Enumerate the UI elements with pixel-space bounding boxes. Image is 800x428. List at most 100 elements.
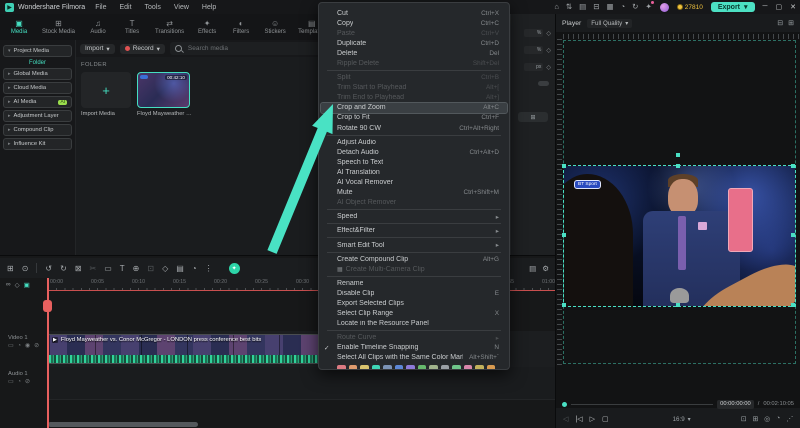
- record-button[interactable]: Record ▾: [119, 43, 165, 54]
- selection-handle[interactable]: [676, 303, 680, 307]
- eye-icon[interactable]: ◉: [25, 343, 30, 349]
- split-view-icon[interactable]: ⊟: [777, 19, 783, 27]
- menu-item-crop-and-zoom[interactable]: Crop and Zoom Alt+C: [320, 101, 508, 114]
- hide-track-icon[interactable]: ▭: [8, 379, 13, 385]
- device-icon[interactable]: ⊟: [593, 0, 599, 14]
- minimize-button[interactable]: ─: [763, 3, 768, 11]
- playhead-pin[interactable]: [43, 300, 52, 312]
- color-mark-swatch[interactable]: [475, 364, 484, 369]
- camera-icon[interactable]: ◎: [764, 415, 770, 423]
- selection-handle[interactable]: [562, 233, 566, 237]
- lock-icon[interactable]: ⊘: [25, 379, 30, 385]
- menu-item-speed[interactable]: Speed ▸: [319, 212, 509, 222]
- color-mark-swatch[interactable]: [463, 364, 472, 369]
- tab-titles[interactable]: T Titles: [121, 19, 143, 35]
- menu-edit[interactable]: Edit: [119, 4, 131, 11]
- color-mark-swatch[interactable]: [360, 364, 369, 369]
- delete-icon[interactable]: ⊠: [75, 264, 82, 273]
- marker-icon[interactable]: ▤: [176, 264, 184, 273]
- menu-item-duplicate[interactable]: Duplicate Ctrl+D: [319, 38, 509, 48]
- track-manager-icon[interactable]: ▤: [529, 264, 536, 273]
- tab-stock-media[interactable]: ⊞ Stock Media: [42, 19, 75, 35]
- sidebar-item-compound-clip[interactable]: ▸ Compound Clip: [3, 124, 72, 136]
- color-mark-swatch[interactable]: [337, 364, 346, 369]
- video-frame[interactable]: BT Sport: [563, 165, 796, 307]
- mute-track-icon[interactable]: ◔: [17, 379, 21, 385]
- toggle-switch[interactable]: [538, 81, 549, 86]
- detach-player-icon[interactable]: ⊞: [788, 19, 794, 27]
- menu-item-effect-filter[interactable]: Effect&Filter ▸: [319, 226, 509, 236]
- menu-item-crop-to-fit[interactable]: Crop to Fit Ctrl+F: [319, 113, 509, 123]
- menu-item-select-all-clips-with-the-same-color-mark[interactable]: Select All Clips with the Same Color Mar…: [319, 353, 509, 363]
- menu-item-create-compound-clip[interactable]: Create Compound Clip Alt+G: [319, 254, 509, 264]
- mark-icon[interactable]: ◁: [563, 415, 568, 423]
- save-icon[interactable]: ▦: [607, 0, 614, 14]
- audio-track-lane[interactable]: [48, 367, 555, 400]
- keyframe-diamond-icon[interactable]: ◇: [546, 30, 551, 37]
- speaker-icon[interactable]: ◔: [776, 415, 780, 423]
- play-icon[interactable]: ▷: [590, 415, 595, 423]
- ai-copilot-icon[interactable]: ✦: [228, 262, 240, 274]
- menu-item-detach-audio[interactable]: Detach Audio Ctrl+Alt+D: [319, 147, 509, 157]
- menu-file[interactable]: File: [95, 4, 106, 11]
- scrubber-handle[interactable]: [562, 401, 567, 407]
- sidebar-item-folder[interactable]: Folder: [0, 60, 75, 66]
- import-media-tile[interactable]: +: [81, 72, 131, 108]
- color-mark-swatch[interactable]: [486, 364, 495, 369]
- undo-icon[interactable]: ↺: [45, 264, 52, 273]
- horizontal-scrollbar[interactable]: [48, 422, 198, 427]
- keyframe-diamond-icon[interactable]: ◇: [546, 47, 551, 54]
- scrubber-track[interactable]: [571, 403, 714, 405]
- value-field[interactable]: %: [524, 29, 544, 37]
- zoom-icon[interactable]: ⊕: [133, 264, 140, 273]
- close-button[interactable]: ✕: [790, 3, 796, 11]
- selection-handle[interactable]: [562, 303, 566, 307]
- menu-tools[interactable]: Tools: [145, 4, 161, 11]
- avatar[interactable]: [659, 2, 669, 12]
- menu-item-rotate-90-cw[interactable]: Rotate 90 CW Ctrl+Alt+Right: [319, 123, 509, 133]
- sidebar-item-ai-media[interactable]: ▸ AI Media AI: [3, 96, 72, 108]
- share-icon[interactable]: ⇅: [566, 0, 572, 14]
- menu-view[interactable]: View: [174, 4, 189, 11]
- selection-handle[interactable]: [791, 164, 795, 168]
- history-icon[interactable]: ◔: [621, 0, 626, 14]
- tab-audio[interactable]: ♫ Audio: [87, 19, 109, 35]
- media-view-icon[interactable]: ⊞: [7, 264, 14, 273]
- menu-item-cut[interactable]: Cut Ctrl+X: [319, 8, 509, 18]
- snapshot-icon[interactable]: ⊡: [741, 415, 747, 423]
- tab-filters[interactable]: ◐ Filters: [230, 19, 252, 35]
- menu-item-ai-vocal-remover[interactable]: AI Vocal Remover: [319, 178, 509, 188]
- mute-track-icon[interactable]: ◔: [17, 343, 21, 349]
- menu-item-export-selected-clips[interactable]: Export Selected Clips: [319, 298, 509, 308]
- reset-button[interactable]: ⊞: [518, 112, 548, 122]
- menu-item-adjust-audio[interactable]: Adjust Audio: [319, 137, 509, 147]
- color-mark-swatch[interactable]: [417, 364, 426, 369]
- ratio-dropdown[interactable]: 16:9 ▾: [673, 416, 691, 423]
- keyframe-icon[interactable]: ◇: [162, 264, 168, 273]
- selection-handle[interactable]: [676, 153, 680, 157]
- timeline-settings-icon[interactable]: ⚙: [542, 264, 549, 273]
- menu-item-mute[interactable]: Mute Ctrl+Shift+M: [319, 188, 509, 198]
- import-button[interactable]: Import ▾: [80, 43, 115, 54]
- color-mark-swatch[interactable]: [440, 364, 449, 369]
- tab-media[interactable]: ▣ Media: [8, 19, 30, 35]
- color-mark-swatch[interactable]: [371, 364, 380, 369]
- add-track-icon[interactable]: ▣: [24, 281, 30, 289]
- sidebar-item-cloud-media[interactable]: ▸ Cloud Media: [3, 82, 72, 94]
- selection-handle[interactable]: [791, 303, 795, 307]
- copy-icon[interactable]: ⊡: [147, 264, 154, 273]
- color-mark-swatch[interactable]: [383, 364, 392, 369]
- menu-item-speech-to-text[interactable]: Speech to Text: [319, 157, 509, 167]
- selection-handle[interactable]: [562, 164, 566, 168]
- color-mark-swatch[interactable]: [429, 364, 438, 369]
- tab-effects[interactable]: ✦ Effects: [196, 19, 218, 35]
- menu-item-ai-translation[interactable]: AI Translation: [319, 167, 509, 177]
- sidebar-item-influence-kit[interactable]: ▸ Influence Kit: [3, 138, 72, 150]
- color-mark-swatch[interactable]: [348, 364, 357, 369]
- value-field[interactable]: px: [524, 63, 544, 71]
- sync-icon[interactable]: ↻: [632, 0, 638, 14]
- more-tools-icon[interactable]: ⋮: [205, 264, 213, 273]
- stop-icon[interactable]: ▢: [602, 415, 609, 423]
- sidebar-item-adjustment-layer[interactable]: ▸ Adjustment Layer: [3, 110, 72, 122]
- workspace-icon[interactable]: ⌂: [554, 0, 559, 14]
